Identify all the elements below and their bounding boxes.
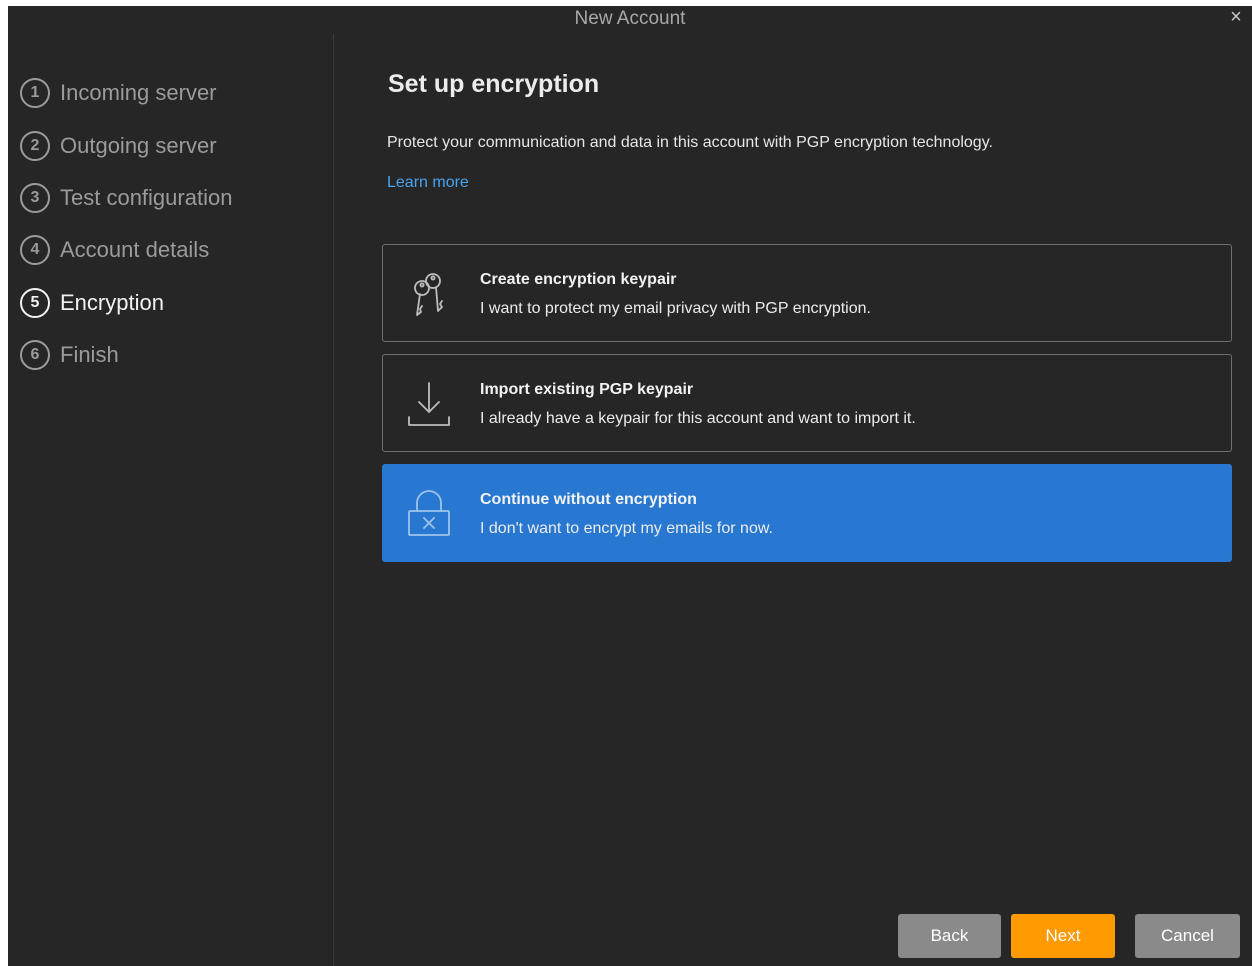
page-title: Set up encryption (388, 70, 600, 98)
option-subtitle: I want to protect my email privacy with … (480, 300, 871, 317)
step-account-details: 4 Account details (20, 231, 209, 269)
step-number: 3 (20, 183, 50, 213)
next-button[interactable]: Next (1011, 914, 1115, 958)
continue-without-encryption-option[interactable]: Continue without encryption I don't want… (382, 464, 1232, 562)
step-label: Finish (60, 342, 119, 367)
option-title: Import existing PGP keypair (480, 381, 694, 398)
cancel-button[interactable]: Cancel (1135, 914, 1240, 958)
option-subtitle: I already have a keypair for this accoun… (480, 410, 916, 427)
step-label: Test configuration (60, 185, 233, 210)
option-subtitle: I don't want to encrypt my emails for no… (480, 520, 773, 537)
step-label: Account details (60, 237, 210, 262)
close-icon[interactable]: × (1224, 6, 1248, 30)
step-outgoing-server: 2 Outgoing server (20, 127, 217, 165)
unlocked-padlock-icon (403, 487, 455, 539)
steps-sidebar: 1 Incoming server 2 Outgoing server 3 Te… (8, 34, 334, 966)
import-keypair-option[interactable]: Import existing PGP keypair I already ha… (382, 354, 1232, 452)
step-label: Encryption (60, 290, 164, 315)
step-number: 6 (20, 340, 50, 370)
back-button[interactable]: Back (898, 914, 1001, 958)
step-number: 4 (20, 235, 50, 265)
import-download-icon (403, 377, 455, 429)
step-number: 5 (20, 288, 50, 318)
step-encryption: 5 Encryption (20, 284, 164, 322)
step-test-configuration: 3 Test configuration (20, 179, 232, 217)
step-label: Incoming server (60, 80, 217, 105)
option-title: Create encryption keypair (480, 271, 677, 288)
step-number: 1 (20, 78, 50, 108)
step-number: 2 (20, 131, 50, 161)
step-incoming-server: 1 Incoming server (20, 74, 217, 112)
window-title: New Account (574, 8, 686, 29)
option-title: Continue without encryption (480, 491, 697, 508)
learn-more-link[interactable]: Learn more (387, 174, 469, 192)
new-account-dialog: New Account × 1 Incoming server 2 Outgoi… (8, 6, 1252, 966)
keys-icon (403, 267, 455, 319)
step-finish: 6 Finish (20, 336, 119, 374)
step-label: Outgoing server (60, 133, 217, 158)
page-description: Protect your communication and data in t… (387, 134, 993, 151)
create-keypair-option[interactable]: Create encryption keypair I want to prot… (382, 244, 1232, 342)
